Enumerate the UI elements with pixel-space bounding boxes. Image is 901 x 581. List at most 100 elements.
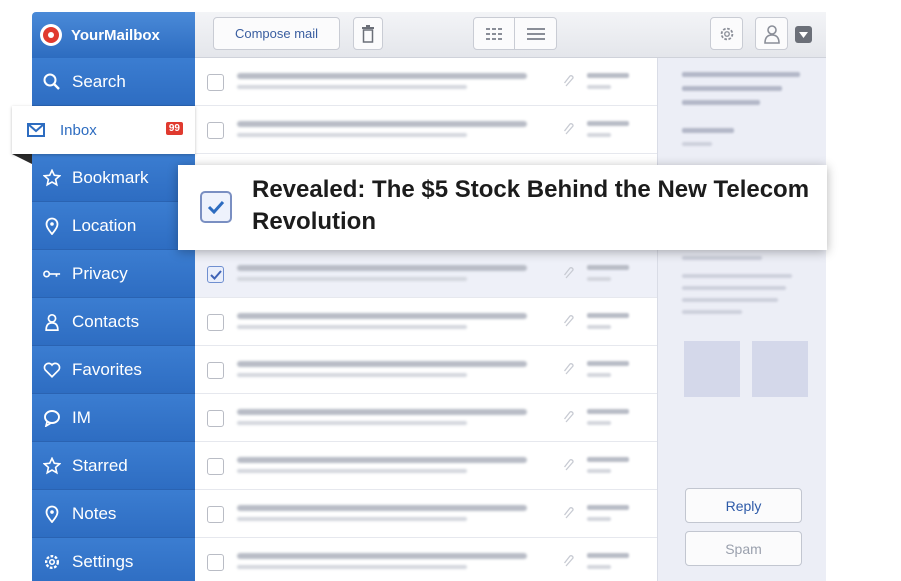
message-checkbox[interactable]: [207, 362, 224, 379]
top-bar: YourMailbox Compose mail: [0, 0, 901, 58]
compose-button[interactable]: Compose mail: [213, 17, 340, 50]
sidebar-item-location[interactable]: Location: [32, 202, 195, 250]
attachment-thumbnail[interactable]: [684, 341, 740, 397]
paperclip-icon: [563, 363, 574, 375]
message-time-blurred: [587, 85, 611, 89]
sidebar-item-label: Location: [72, 215, 137, 235]
message-subject-blurred: [237, 409, 527, 415]
sidebar-item-starred[interactable]: Starred: [32, 442, 195, 490]
message-subject-blurred: [237, 265, 527, 271]
preview-panel: Reply Spam: [657, 58, 826, 581]
message-date-blurred: [587, 553, 629, 558]
message-checkbox[interactable]: [207, 410, 224, 427]
sidebar-item-label: Settings: [72, 552, 134, 571]
account-menu-button[interactable]: [795, 26, 812, 43]
spam-button[interactable]: Spam: [685, 531, 802, 566]
sidebar-item-label: Inbox: [60, 121, 97, 139]
paperclip-icon: [563, 315, 574, 327]
message-checkbox[interactable]: [207, 506, 224, 523]
preview-blurred-text: [682, 128, 734, 133]
message-snippet-blurred: [237, 325, 467, 329]
headline-text: Revealed: The $5 Stock Behind the New Te…: [252, 176, 810, 235]
sidebar-item-im[interactable]: IM: [32, 394, 195, 442]
preview-blurred-text: [682, 72, 800, 77]
preview-blurred-text: [682, 274, 792, 278]
sidebar-item-label: Privacy: [72, 263, 128, 283]
chat-bubble-icon: [44, 409, 60, 427]
trash-button[interactable]: [353, 17, 383, 50]
person-icon: [763, 24, 780, 44]
message-date-blurred: [587, 265, 629, 270]
message-row[interactable]: [195, 538, 657, 581]
list-view-button[interactable]: [515, 17, 557, 50]
message-snippet-blurred: [237, 469, 467, 473]
message-list: [195, 58, 657, 581]
reply-button[interactable]: Reply: [685, 488, 802, 523]
sidebar-item-label: Starred: [72, 455, 128, 475]
envelope-icon: [27, 123, 45, 137]
sidebar-item-bookmark[interactable]: Bookmark: [32, 154, 195, 202]
message-checkbox[interactable]: [207, 554, 224, 571]
large-checkbox[interactable]: [200, 191, 232, 223]
message-time-blurred: [587, 373, 611, 377]
message-row[interactable]: [195, 394, 657, 442]
message-checkbox[interactable]: [207, 122, 224, 139]
message-date-blurred: [587, 121, 629, 126]
message-checkbox[interactable]: [207, 74, 224, 91]
sidebar-item-notes[interactable]: Notes: [32, 490, 195, 538]
sidebar-item-contacts[interactable]: Contacts: [32, 298, 195, 346]
message-subject-blurred: [237, 313, 527, 319]
message-subject-blurred: [237, 457, 527, 463]
message-subject-blurred: [237, 121, 527, 127]
sidebar-item-label: Favorites: [72, 359, 142, 379]
location-pin-icon: [45, 505, 59, 523]
message-row[interactable]: [195, 442, 657, 490]
message-subject-blurred: [237, 361, 527, 367]
message-time-blurred: [587, 517, 611, 521]
brand[interactable]: YourMailbox: [32, 12, 195, 58]
sidebar-item-privacy[interactable]: Privacy: [32, 250, 195, 298]
message-snippet-blurred: [237, 133, 467, 137]
chevron-down-icon: [799, 31, 808, 38]
message-row[interactable]: [195, 346, 657, 394]
message-date-blurred: [587, 73, 629, 78]
message-row[interactable]: [195, 250, 657, 298]
preview-blurred-text: [682, 310, 742, 314]
sidebar-item-settings[interactable]: Settings: [32, 538, 195, 581]
headline-callout: Revealed: The $5 Stock Behind the New Te…: [178, 165, 827, 250]
sidebar-item-search[interactable]: Search: [32, 58, 195, 106]
message-checkbox[interactable]: [207, 314, 224, 331]
person-icon: [45, 313, 59, 331]
gear-icon: [720, 27, 733, 40]
checkmark-icon: [210, 270, 222, 280]
message-time-blurred: [587, 421, 611, 425]
message-snippet-blurred: [237, 421, 467, 425]
grid-view-button[interactable]: [473, 17, 515, 50]
message-row[interactable]: [195, 58, 657, 106]
sidebar-item-favorites[interactable]: Favorites: [32, 346, 195, 394]
preview-blurred-text: [682, 298, 778, 302]
message-snippet-blurred: [237, 85, 467, 89]
message-checkbox[interactable]: [207, 266, 224, 283]
trash-icon: [362, 24, 374, 43]
sidebar-item-label: Notes: [72, 503, 117, 523]
message-checkbox[interactable]: [207, 458, 224, 475]
paperclip-icon: [563, 459, 574, 471]
gear-icon: [44, 554, 60, 570]
attachment-thumbnail[interactable]: [752, 341, 808, 397]
toolbar: Compose mail: [195, 12, 826, 58]
message-subject-blurred: [237, 73, 527, 79]
account-button[interactable]: [755, 17, 788, 50]
message-row[interactable]: [195, 106, 657, 154]
message-subject-blurred: [237, 505, 527, 511]
sidebar-item-label: Search: [72, 71, 126, 91]
sidebar-item-inbox[interactable]: Inbox 99: [12, 106, 195, 154]
message-row[interactable]: [195, 490, 657, 538]
preview-blurred-text: [682, 86, 782, 91]
message-snippet-blurred: [237, 277, 467, 281]
message-row[interactable]: [195, 298, 657, 346]
settings-button[interactable]: [710, 17, 743, 50]
grid-icon: [486, 27, 502, 40]
star-icon: [43, 168, 61, 186]
message-date-blurred: [587, 313, 629, 318]
